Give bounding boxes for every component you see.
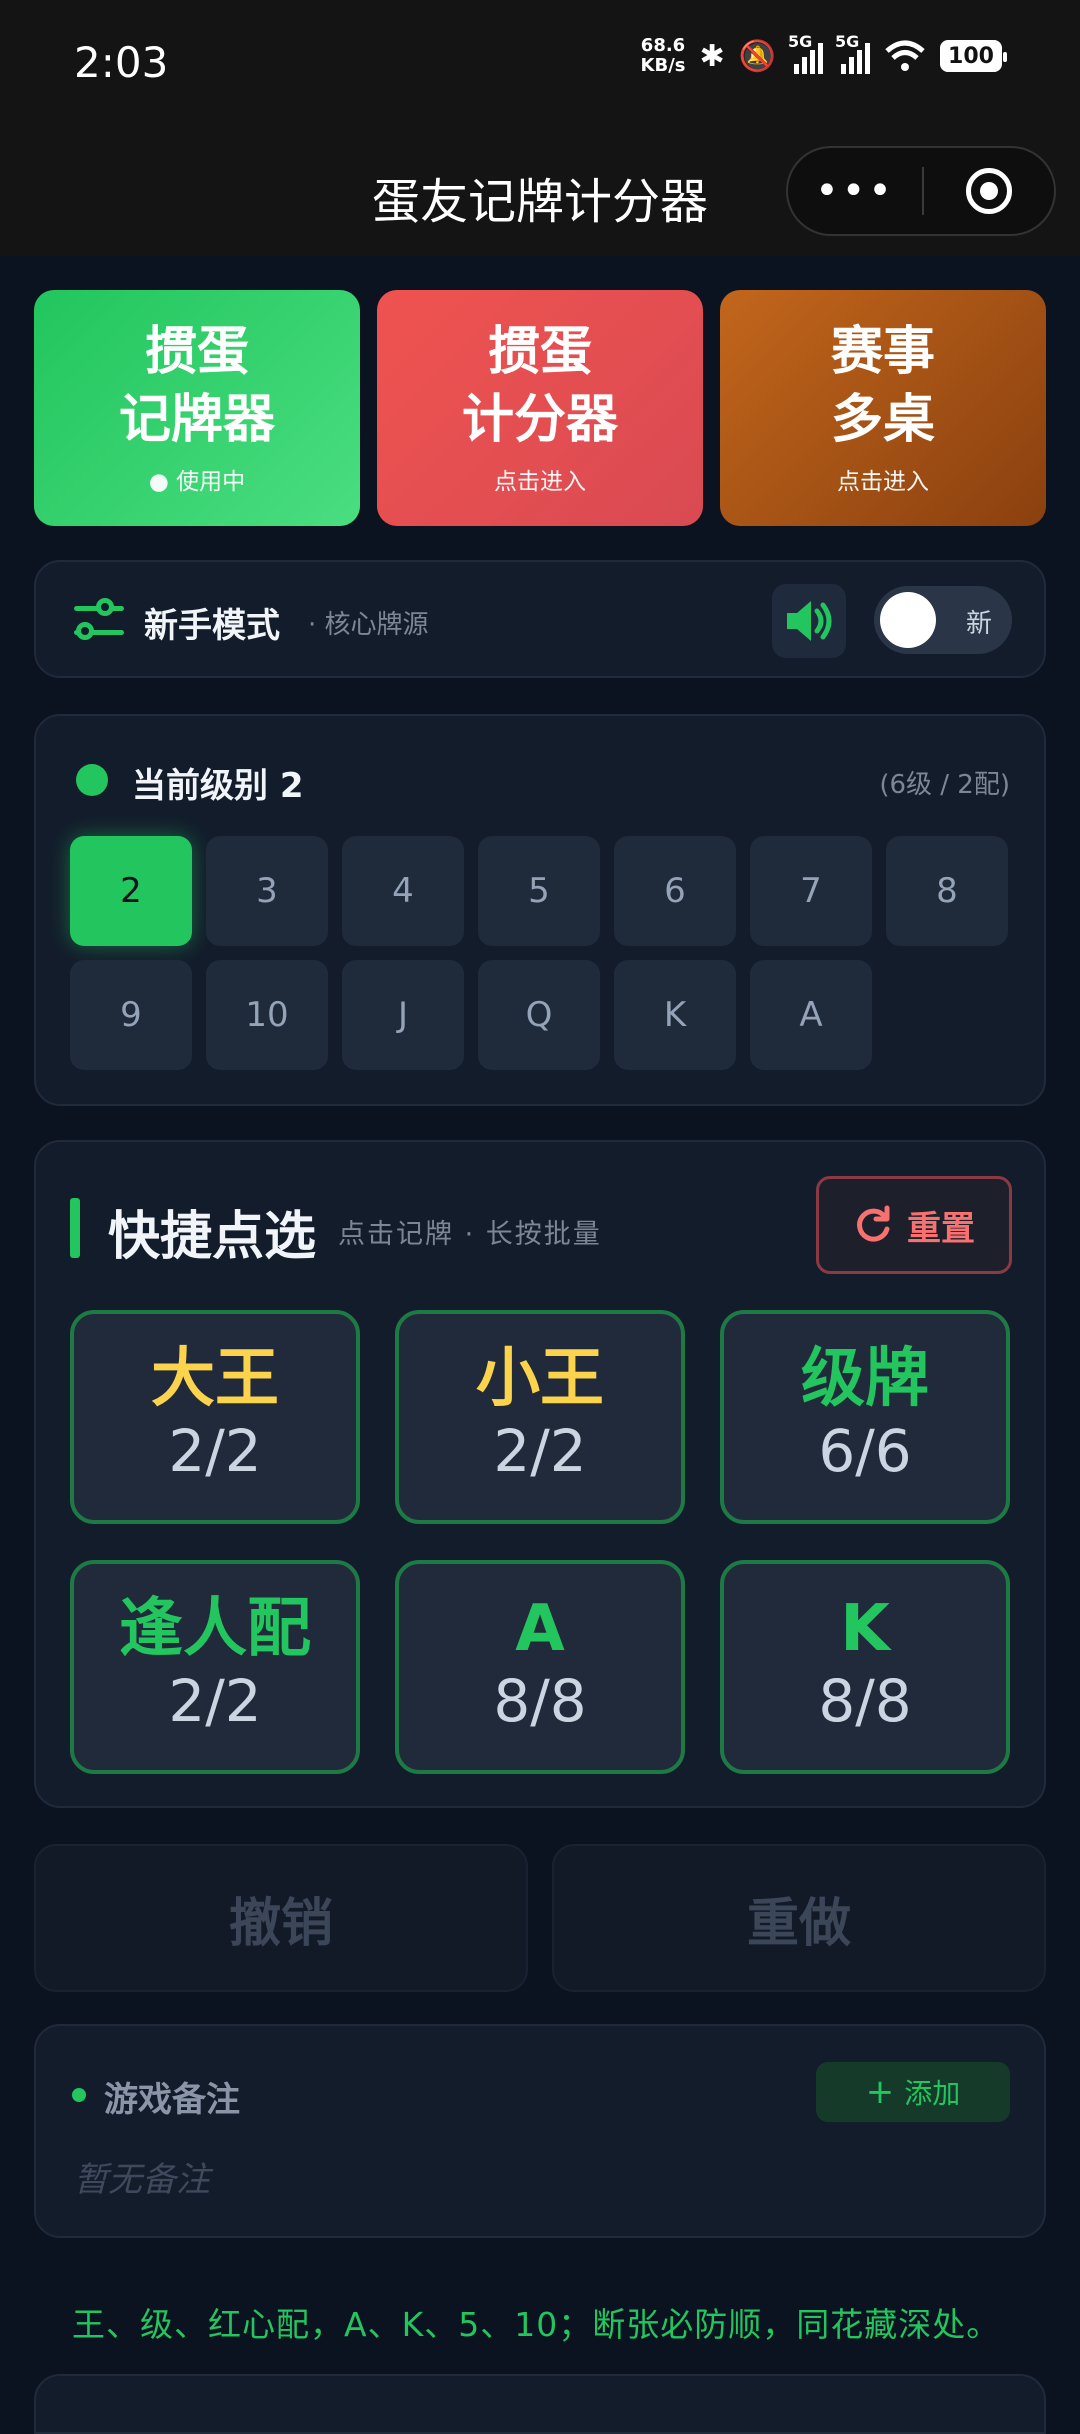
quick-card-ace[interactable]: A 8/8 bbox=[395, 1560, 685, 1774]
card-name: 大王 bbox=[151, 1342, 279, 1416]
mode-status: ● 使用中 bbox=[148, 469, 246, 495]
plus-icon: + bbox=[865, 2072, 895, 2112]
battery-icon: 100 bbox=[940, 40, 1007, 72]
level-button-4[interactable]: 4 bbox=[342, 836, 464, 946]
next-panel-edge bbox=[34, 2374, 1046, 2434]
mini-program-capsule: ••• bbox=[786, 146, 1056, 236]
quick-pick-subtitle: 点击记牌 · 长按批量 bbox=[338, 1219, 602, 1250]
status-icons: 68.6 KB/s ✱ 🔕 5G 5G 100 bbox=[640, 32, 1007, 76]
mode-card-tournament[interactable]: 赛事 多桌 点击进入 bbox=[720, 290, 1046, 526]
refresh-icon bbox=[857, 1205, 890, 1242]
mode-status: 点击进入 bbox=[837, 469, 929, 495]
quick-card-small-joker[interactable]: 小王 2/2 bbox=[395, 1310, 685, 1524]
card-count: 2/2 bbox=[168, 1667, 262, 1735]
target-icon bbox=[966, 168, 1012, 214]
quick-card-king[interactable]: K 8/8 bbox=[720, 1560, 1010, 1774]
level-button-10[interactable]: 10 bbox=[206, 960, 328, 1070]
level-button-8[interactable]: 8 bbox=[886, 836, 1008, 946]
toggle-text: 新 bbox=[965, 609, 992, 639]
level-button-2[interactable]: 2 bbox=[70, 836, 192, 946]
novice-mode-panel: 新手模式 · 核心牌源 新 bbox=[34, 560, 1046, 678]
reset-button[interactable]: 重置 bbox=[816, 1176, 1012, 1274]
card-count: 2/2 bbox=[168, 1417, 262, 1485]
speaker-icon bbox=[787, 601, 832, 641]
signal-5g-icon: 5G bbox=[788, 32, 823, 74]
notes-title: 游戏备注 bbox=[104, 2080, 240, 2120]
card-name: 小王 bbox=[476, 1342, 604, 1416]
wifi-icon bbox=[885, 40, 925, 71]
level-button-k[interactable]: K bbox=[614, 960, 736, 1070]
card-count: 6/6 bbox=[818, 1417, 912, 1485]
add-note-label: 添加 bbox=[904, 2077, 961, 2110]
level-button-6[interactable]: 6 bbox=[614, 836, 736, 946]
level-button-9[interactable]: 9 bbox=[70, 960, 192, 1070]
status-bar: 2:03 68.6 KB/s ✱ 🔕 5G 5G 100 bbox=[0, 0, 1080, 130]
clock: 2:03 bbox=[74, 38, 169, 87]
level-button-j[interactable]: J bbox=[342, 960, 464, 1070]
current-level-title: 当前级别 2 bbox=[132, 766, 304, 806]
level-button-5[interactable]: 5 bbox=[478, 836, 600, 946]
novice-mode-toggle[interactable]: 新 bbox=[874, 586, 1012, 654]
more-menu-button[interactable]: ••• bbox=[788, 168, 922, 214]
game-notes-panel: 游戏备注 + 添加 暂无备注 bbox=[34, 2024, 1046, 2238]
undo-button[interactable]: 撤销 bbox=[34, 1844, 528, 1992]
quick-card-level-card[interactable]: 级牌 6/6 bbox=[720, 1310, 1010, 1524]
status-dot bbox=[76, 764, 108, 796]
card-count: 8/8 bbox=[818, 1667, 912, 1735]
mode-card-scorer[interactable]: 掼蛋 计分器 点击进入 bbox=[377, 290, 703, 526]
card-name: 级牌 bbox=[801, 1342, 929, 1416]
title-bar: 蛋友记牌计分器 ••• bbox=[0, 130, 1080, 256]
add-note-button[interactable]: + 添加 bbox=[816, 2062, 1010, 2122]
redo-button[interactable]: 重做 bbox=[552, 1844, 1046, 1992]
strategy-tip: 王、级、红心配，A、K、5、10；断张必防顺，同花藏深处。 bbox=[72, 2305, 1001, 2344]
card-count: 8/8 bbox=[493, 1667, 587, 1735]
quick-pick-panel: 快捷点选 点击记牌 · 长按批量 重置 大王 2/2 小王 2/2 级牌 6/6… bbox=[34, 1140, 1046, 1808]
network-speed: 68.6 KB/s bbox=[640, 35, 686, 76]
close-target-button[interactable] bbox=[924, 168, 1054, 214]
novice-mode-sub: · 核心牌源 bbox=[308, 610, 429, 640]
level-button-q[interactable]: Q bbox=[478, 960, 600, 1070]
card-count: 2/2 bbox=[493, 1417, 587, 1485]
notes-dot bbox=[72, 2088, 86, 2102]
quick-card-big-joker[interactable]: 大王 2/2 bbox=[70, 1310, 360, 1524]
novice-mode-label: 新手模式 bbox=[144, 606, 280, 646]
sound-button[interactable] bbox=[772, 584, 846, 658]
card-name: 逢人配 bbox=[119, 1592, 311, 1666]
current-level-panel: 当前级别 2 (6级 / 2配) 2 3 4 5 6 7 8 9 10 J Q … bbox=[34, 714, 1046, 1106]
mute-bell-icon: 🔕 bbox=[738, 38, 776, 74]
level-button-a[interactable]: A bbox=[750, 960, 872, 1070]
level-button-7[interactable]: 7 bbox=[750, 836, 872, 946]
quick-card-wild[interactable]: 逢人配 2/2 bbox=[70, 1560, 360, 1774]
bluetooth-icon: ✱ bbox=[699, 38, 725, 74]
mode-card-card-counter[interactable]: 掼蛋 记牌器 ● 使用中 bbox=[34, 290, 360, 526]
card-name: A bbox=[515, 1592, 565, 1666]
mode-status: 点击进入 bbox=[494, 469, 586, 495]
sliders-icon bbox=[74, 598, 124, 642]
toggle-knob bbox=[880, 592, 936, 648]
card-name: K bbox=[840, 1592, 890, 1666]
quick-pick-title: 快捷点选 bbox=[108, 1207, 317, 1267]
section-accent-bar bbox=[70, 1198, 80, 1258]
notes-placeholder: 暂无备注 bbox=[74, 2160, 210, 2200]
reset-label: 重置 bbox=[907, 1208, 975, 1249]
level-info: (6级 / 2配) bbox=[879, 770, 1010, 800]
level-button-3[interactable]: 3 bbox=[206, 836, 328, 946]
signal-5g-icon-2: 5G bbox=[835, 32, 870, 74]
